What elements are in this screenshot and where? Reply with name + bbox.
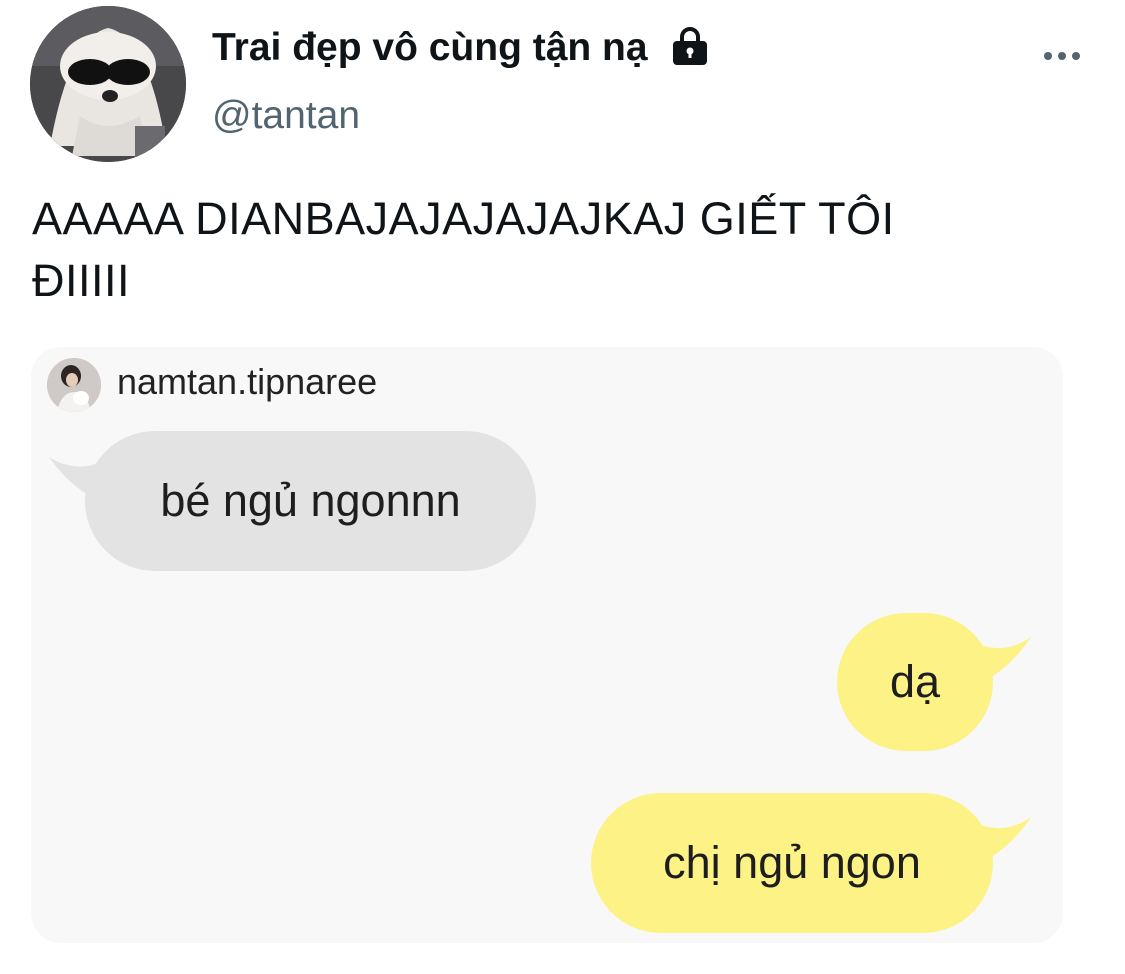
tweet-text-line: ĐIIIII <box>32 255 131 306</box>
lock-icon <box>670 26 710 66</box>
more-icon[interactable] <box>1040 44 1084 68</box>
tweet-text: AAAAA DIANBAJAJAJAJAJKAJ GIẾT TÔI ĐIIIII <box>32 188 1092 312</box>
chat-username: namtan.tipnaree <box>117 361 378 402</box>
profile-avatar[interactable] <box>30 6 186 162</box>
tweet-media-image[interactable]: namtan.tipnaree bé ngủ ngonnn dạ chị ngủ… <box>31 347 1063 943</box>
user-handle[interactable]: @tantan <box>212 94 360 138</box>
dog-avatar-image <box>30 6 186 162</box>
tweet-text-line: AAAAA DIANBAJAJAJAJAJKAJ GIẾT TÔI <box>32 193 895 244</box>
chat-message-outgoing: dạ <box>837 613 993 751</box>
chat-message-outgoing: chị ngủ ngon <box>591 793 993 933</box>
chat-message-text: bé ngủ ngonnn <box>160 475 461 526</box>
chat-message-text: dạ <box>889 656 941 707</box>
chat-avatar <box>47 358 101 412</box>
display-name: Trai đẹp vô cùng tận nạ <box>212 26 648 69</box>
chat-message-text: chị ngủ ngon <box>663 837 921 888</box>
chat-message-incoming: bé ngủ ngonnn <box>85 431 536 571</box>
display-name-row[interactable]: Trai đẹp vô cùng tận nạ <box>212 26 710 70</box>
